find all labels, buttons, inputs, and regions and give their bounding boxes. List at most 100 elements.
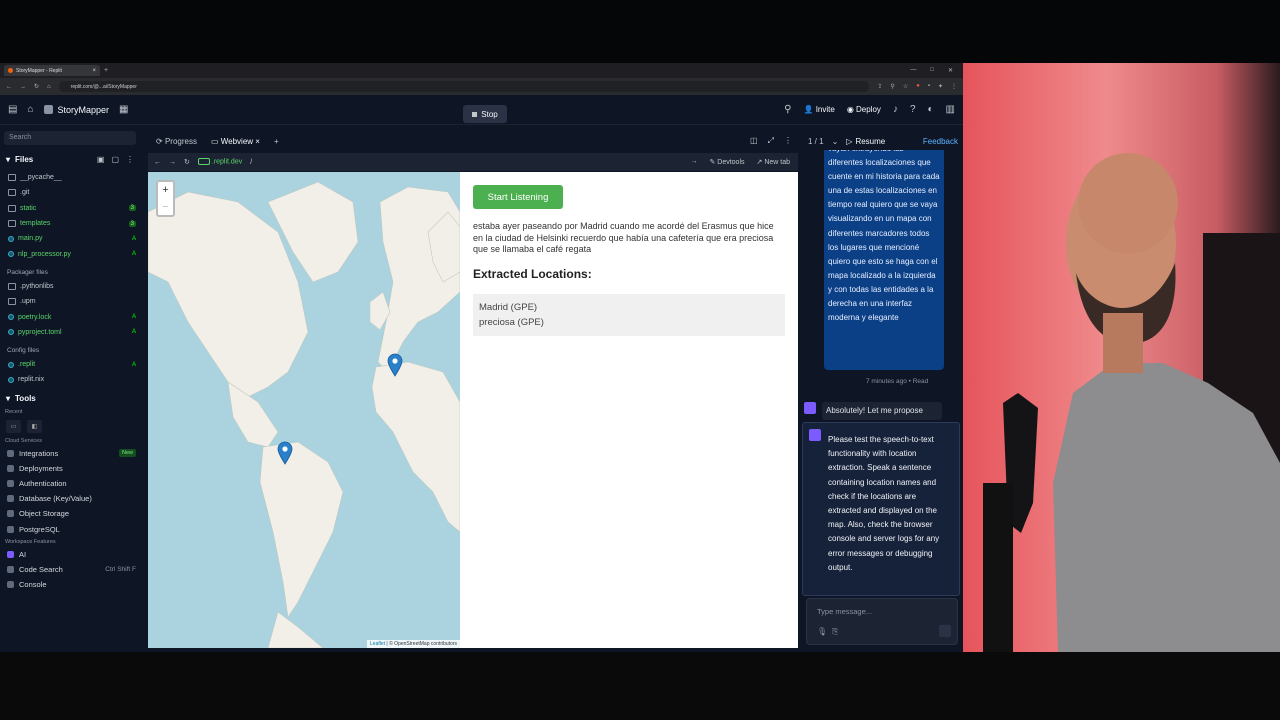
more-icon[interactable]: ⋮ <box>126 155 134 164</box>
leaflet-link[interactable]: Leaflet <box>370 641 385 647</box>
file-name: nlp_processor.py <box>18 250 71 258</box>
file-row[interactable]: nlp_processor.py A <box>0 246 140 261</box>
zoom-in-button[interactable]: + <box>162 184 168 196</box>
project-name[interactable]: StoryMapper <box>43 105 109 115</box>
menu-dots-icon[interactable]: ⋮ <box>951 83 957 90</box>
chevron-down-icon[interactable]: ⌄ <box>832 137 839 146</box>
message-input[interactable]: Type message... 🎙 ⎘ <box>806 598 958 645</box>
invite-button[interactable]: 👤 Invite <box>803 105 834 114</box>
map-attribution: Leaflet | © OpenStreetMap contributors <box>367 640 460 648</box>
address-bar[interactable]: replit.com/@...ai/StoryMapper <box>58 81 870 92</box>
new-tab-icon[interactable]: + <box>104 67 108 74</box>
world-map[interactable]: + − Leaflet | © OpenStreetMap contributo… <box>148 172 460 648</box>
new-folder-icon[interactable]: ▢ <box>111 155 119 164</box>
file-row[interactable]: replit.nix <box>0 372 140 387</box>
reload-icon[interactable]: ↻ <box>34 83 39 90</box>
chevron-down-icon: ▾ <box>6 393 11 403</box>
tool-object-storage[interactable]: Object Storage <box>0 506 140 521</box>
new-tab-button[interactable]: ↗ New tab <box>757 158 791 166</box>
storage-icon <box>7 510 14 518</box>
zoom-out-button[interactable]: − <box>162 201 168 213</box>
tool-code-search[interactable]: Code Search Ctrl Shift F <box>0 562 140 577</box>
microphone-icon[interactable]: 🎙 <box>817 627 827 636</box>
tools-header[interactable]: ▾ Tools <box>0 388 140 407</box>
search-input[interactable]: Search <box>4 131 136 145</box>
home-icon[interactable]: ⌂ <box>47 84 51 90</box>
tool-database[interactable]: Database (Key/Value) <box>0 491 140 506</box>
split-icon[interactable]: ◫ <box>750 136 758 146</box>
puzzle-icon[interactable]: ✦ <box>938 83 943 90</box>
file-row[interactable]: main.py A <box>0 231 140 246</box>
avatar[interactable]: ◐ <box>928 104 934 115</box>
extension-icon[interactable]: ● <box>916 83 920 90</box>
file-row[interactable]: .pythonlibs <box>0 279 140 294</box>
close-tab-icon[interactable]: × <box>92 68 96 74</box>
file-row[interactable]: __pycache__ <box>0 170 140 185</box>
webview-tool-icon[interactable]: ▭ <box>6 419 21 433</box>
user-message: vayan extrayendo las diferentes localiza… <box>824 150 944 370</box>
file-row[interactable]: static 3 <box>0 201 140 216</box>
bookmark-star-icon[interactable]: ☆ <box>903 83 908 90</box>
resume-button[interactable]: ▷ Resume <box>846 137 885 146</box>
tool-authentication[interactable]: Authentication <box>0 476 140 491</box>
file-tree-icon[interactable]: ▦ <box>119 104 128 115</box>
minimize-icon[interactable]: — <box>910 67 916 74</box>
file-row[interactable]: poetry.lock A <box>0 309 140 324</box>
new-file-icon[interactable]: ▣ <box>97 155 105 164</box>
close-tab-icon[interactable]: × <box>255 137 260 146</box>
expand-icon[interactable]: ⤢ <box>768 136 774 146</box>
osm-attribution[interactable]: © OpenStreetMap contributors <box>389 641 457 647</box>
chevron-down-icon[interactable]: ▾ <box>6 155 10 164</box>
file-row[interactable]: .git <box>0 185 140 200</box>
maximize-icon[interactable]: □ <box>930 67 934 74</box>
share-icon[interactable]: ⇪ <box>877 83 882 90</box>
attach-icon[interactable]: ⎘ <box>832 627 838 637</box>
file-row[interactable]: pyproject.toml A <box>0 325 140 340</box>
reload-icon[interactable]: ↻ <box>184 158 190 166</box>
home-icon[interactable]: ⌂ <box>27 104 33 115</box>
tool-integrations[interactable]: Integrations New <box>0 446 140 461</box>
project-icon <box>43 105 53 114</box>
tool-console[interactable]: Console <box>0 577 140 592</box>
webview-path[interactable]: / <box>250 159 252 166</box>
close-window-icon[interactable]: ✕ <box>948 67 953 74</box>
back-icon[interactable]: ← <box>154 159 161 166</box>
extension-icon-2[interactable]: ▪ <box>928 83 930 90</box>
layout-icon[interactable]: ▥ <box>946 104 955 115</box>
go-icon[interactable]: → <box>690 158 697 166</box>
tool-postgresql[interactable]: PostgreSQL <box>0 522 140 537</box>
start-listening-button[interactable]: Start Listening <box>473 185 563 209</box>
tool-deployments[interactable]: Deployments <box>0 461 140 476</box>
help-icon[interactable]: ? <box>910 104 916 115</box>
sidebar-toggle-icon[interactable]: ▤ <box>8 104 17 115</box>
forward-icon[interactable]: → <box>169 159 176 166</box>
feedback-link[interactable]: Feedback <box>923 137 962 146</box>
tool-ai[interactable]: AI <box>0 547 140 562</box>
back-icon[interactable]: ← <box>6 84 12 90</box>
pager[interactable]: 1 / 1 <box>808 137 824 146</box>
add-tab-icon[interactable]: + <box>274 137 279 146</box>
browser-tab[interactable]: StoryMapper - Replit × <box>4 65 100 76</box>
forward-icon[interactable]: → <box>20 84 26 90</box>
bell-icon[interactable]: ♪ <box>893 104 898 115</box>
send-icon[interactable] <box>939 625 951 637</box>
folder-icon <box>8 282 16 290</box>
panel-actions: ◫ ⤢ ⋮ <box>750 136 798 146</box>
tab-progress[interactable]: ⟳ Progress <box>156 137 197 146</box>
recent-tools: ▭ ◧ <box>0 417 140 436</box>
webview-url[interactable]: .replit.dev <box>197 158 242 166</box>
stop-button[interactable]: Stop <box>463 105 507 123</box>
devtools-tool-icon[interactable]: ◧ <box>27 419 42 433</box>
file-row[interactable]: .replit A <box>0 357 140 372</box>
file-row[interactable]: .upm <box>0 294 140 309</box>
video-frame: StoryMapper - Replit × + — □ ✕ ← → ↻ ⌂ r… <box>0 0 1280 720</box>
devtools-label: Devtools <box>717 159 745 166</box>
devtools-button[interactable]: ✎ Devtools <box>709 158 744 166</box>
deploy-button[interactable]: ◉ Deploy <box>847 105 881 114</box>
webview-toolbar: ← → ↻ .replit.dev / → ✎ Devtools ↗ New t… <box>148 153 798 171</box>
search-icon[interactable]: ⚲ <box>890 83 894 90</box>
search-icon[interactable]: ⚲ <box>784 104 791 115</box>
more-icon[interactable]: ⋮ <box>784 136 792 146</box>
tab-webview[interactable]: ▭ Webview × <box>211 137 260 146</box>
file-row[interactable]: templates 3 <box>0 216 140 231</box>
